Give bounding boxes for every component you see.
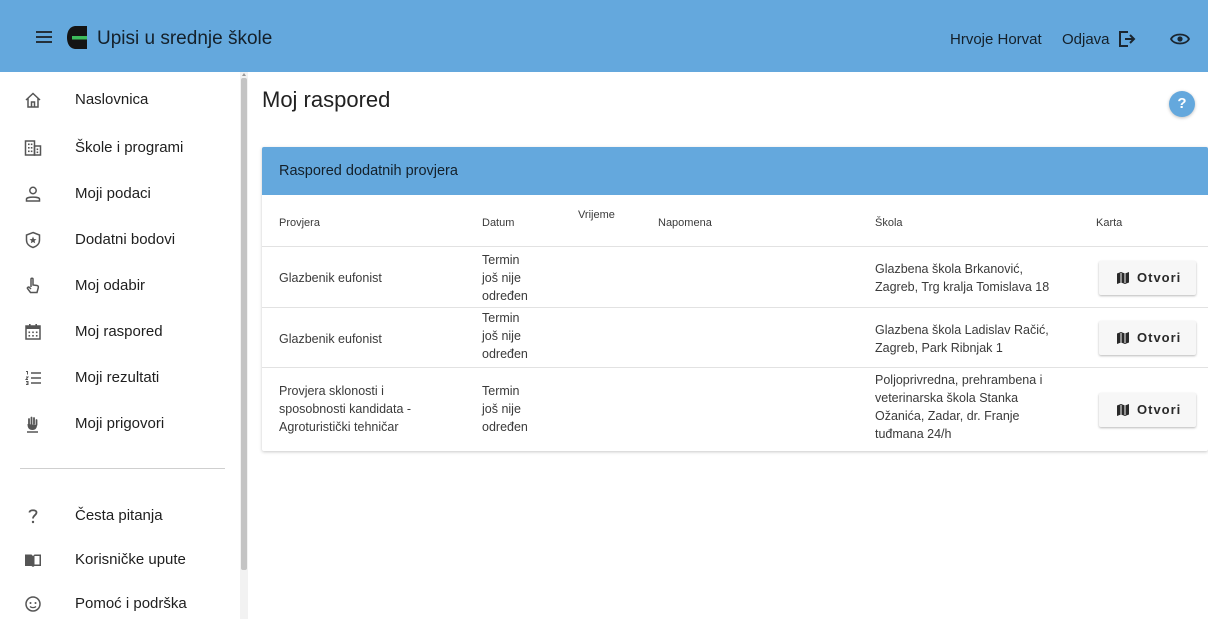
open-map-button[interactable]: Otvori xyxy=(1099,393,1196,427)
sidebar-divider xyxy=(20,468,225,469)
schedule-card: Raspored dodatnih provjera Provjera Datu… xyxy=(262,147,1208,451)
raised-hand-icon xyxy=(27,416,38,433)
sidebar-item-korisnicke-upute[interactable]: Korisničke upute xyxy=(0,538,236,582)
open-map-button[interactable]: Otvori xyxy=(1099,261,1196,295)
ordered-list-icon xyxy=(24,371,41,385)
map-icon xyxy=(1117,272,1129,284)
sidebar-item-cesta-pitanja[interactable]: Česta pitanja xyxy=(0,494,236,538)
cell-provjera: Glazbenik eufonist xyxy=(279,332,382,346)
logout-icon[interactable] xyxy=(1117,29,1137,49)
open-map-button[interactable]: Otvori xyxy=(1099,321,1196,355)
column-header-napomena: Napomena xyxy=(658,217,712,229)
column-header-karta: Karta xyxy=(1096,217,1123,229)
book-icon xyxy=(25,554,41,567)
sidebar-item-label: Moji podaci xyxy=(75,185,151,202)
home-icon xyxy=(25,92,41,108)
sidebar-item-moj-odabir[interactable]: Moj odabir xyxy=(0,264,236,308)
sidebar-item-label: Moj raspored xyxy=(75,323,163,340)
app-title: Upisi u srednje škole xyxy=(97,28,273,49)
sidebar-item-moji-prigovori[interactable]: Moji prigovori xyxy=(0,402,236,446)
sidebar-scrollbar-thumb[interactable] xyxy=(241,78,247,570)
question-icon xyxy=(28,509,38,524)
eye-icon[interactable] xyxy=(1170,32,1190,46)
sidebar-item-label: Korisničke upute xyxy=(75,551,186,568)
cell-skola: Glazbena škola Ladislav Račić, Zagreb, P… xyxy=(875,323,1049,355)
column-header-vrijeme: Vrijeme xyxy=(578,209,615,221)
column-header-datum: Datum xyxy=(482,217,515,229)
cell-datum: Termin još nije određen xyxy=(482,253,528,303)
cell-provjera: Provjera sklonosti i sposobnosti kandida… xyxy=(279,384,412,434)
card-title: Raspored dodatnih provjera xyxy=(279,163,458,179)
card-header: Raspored dodatnih provjera xyxy=(262,147,1208,195)
help-button[interactable]: ? xyxy=(1169,91,1195,117)
cell-skola: Glazbena škola Brkanović, Zagreb, Trg kr… xyxy=(875,262,1050,294)
sidebar-item-label: Dodatni bodovi xyxy=(75,231,176,248)
column-header-skola: Škola xyxy=(875,217,903,229)
user-name-link[interactable]: Hrvoje Horvat xyxy=(950,31,1042,48)
sidebar-item-pomoc-podrska[interactable]: Pomoć i podrška xyxy=(0,582,236,619)
cell-datum: Termin još nije određen xyxy=(482,311,528,361)
sidebar-item-skole[interactable]: Škole i programi xyxy=(0,126,236,170)
sidebar-item-label: Škole i programi xyxy=(75,139,184,156)
pointer-hand-icon xyxy=(26,277,40,294)
cell-provjera: Glazbenik eufonist xyxy=(279,271,382,285)
sidebar-item-naslovnica[interactable]: Naslovnica xyxy=(0,78,236,122)
table-row: Provjera sklonosti i sposobnosti kandida… xyxy=(262,367,1208,451)
cell-skola: Poljoprivredna, prehrambena i veterinars… xyxy=(875,373,1043,441)
open-map-button-label: Otvori xyxy=(1137,270,1182,285)
sidebar-item-label: Česta pitanja xyxy=(75,507,163,524)
page-title: Moj raspored xyxy=(262,87,391,112)
support-icon xyxy=(25,596,41,612)
map-icon xyxy=(1117,404,1129,416)
hamburger-menu-icon[interactable] xyxy=(36,31,52,44)
column-header-provjera: Provjera xyxy=(279,217,320,229)
sidebar-nav: Naslovnica Škole i programi Moji podaci … xyxy=(0,72,240,619)
cell-datum: Termin još nije određen xyxy=(482,384,528,434)
logout-link[interactable]: Odjava xyxy=(1062,31,1110,48)
map-icon xyxy=(1117,332,1129,344)
sidebar-item-label: Moji prigovori xyxy=(75,415,165,432)
open-map-button-label: Otvori xyxy=(1137,330,1182,345)
calendar-icon xyxy=(25,324,41,340)
sidebar-item-dodatni-bodovi[interactable]: Dodatni bodovi xyxy=(0,218,236,262)
table-row: Glazbenik eufonist Termin još nije određ… xyxy=(262,307,1208,367)
sidebar-item-label: Moj odabir xyxy=(75,277,146,294)
table-row: Glazbenik eufonist Termin još nije određ… xyxy=(262,246,1208,307)
star-badge-icon xyxy=(25,231,41,249)
app-logo-icon xyxy=(67,26,87,49)
open-map-button-label: Otvori xyxy=(1137,402,1182,417)
scroll-up-arrow-icon[interactable] xyxy=(242,73,246,76)
sidebar-item-label: Moji rezultati xyxy=(75,369,160,386)
sidebar-item-moji-podaci[interactable]: Moji podaci xyxy=(0,172,236,216)
person-icon xyxy=(25,186,41,202)
building-icon xyxy=(24,140,42,156)
sidebar-item-moj-raspored[interactable]: Moj raspored xyxy=(0,310,236,354)
top-app-bar: Upisi u srednje škole Hrvoje Horvat Odja… xyxy=(0,0,1208,72)
sidebar-item-label: Pomoć i podrška xyxy=(75,595,187,612)
sidebar-item-label: Naslovnica xyxy=(75,91,149,108)
sidebar-item-moji-rezultati[interactable]: Moji rezultati xyxy=(0,356,236,400)
